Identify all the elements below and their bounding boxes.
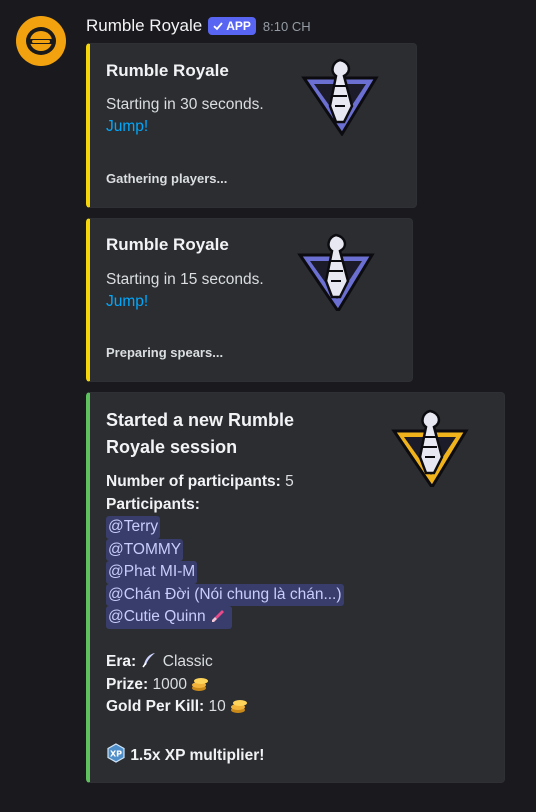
embed-session-started: Started a new Rumble Royale session Numb… xyxy=(86,392,505,783)
embed-countdown-15: Rumble Royale Starting in 15 seconds. Ju… xyxy=(86,218,413,382)
gold-per-kill-value: 10 xyxy=(208,698,226,715)
participant-row: @Cutie Quinn xyxy=(106,606,376,629)
prize-label: Prize: xyxy=(106,675,149,693)
rumble-logo-icon xyxy=(297,233,375,311)
session-title-line2: Royale session xyxy=(106,437,238,457)
embed-description: Starting in 15 seconds. Jump! xyxy=(106,269,264,313)
participants-label: Participants: xyxy=(106,495,200,513)
prize-row: Prize: 1000 xyxy=(106,674,376,697)
rumble-logo-icon xyxy=(301,58,379,136)
rumble-logo-icon xyxy=(26,27,56,55)
era-label: Era: xyxy=(106,653,137,670)
participant-row: @Phat MI-M xyxy=(106,561,376,584)
participants-label-row: Participants: xyxy=(106,494,376,517)
session-fields: Number of participants: 5 Participants: … xyxy=(106,471,376,766)
countdown-text: Starting in 30 seconds. xyxy=(106,96,264,113)
participant-row: @TOMMY xyxy=(106,538,376,561)
era-value: Classic xyxy=(162,653,213,670)
participant-row: @Terry xyxy=(106,516,376,539)
svg-text:XP: XP xyxy=(110,750,122,759)
session-title-line1: Started a new Rumble xyxy=(106,410,295,430)
xp-multiplier-text: 1.5x XP multiplier! xyxy=(130,747,265,764)
participant-count-row: Number of participants: 5 xyxy=(106,471,376,494)
prize-value: 1000 xyxy=(152,675,188,693)
feather-quill-icon xyxy=(142,653,156,668)
user-mention[interactable]: @Terry xyxy=(106,516,161,539)
user-mention[interactable]: @Chán Đời (Nói chung là chán...) xyxy=(106,583,344,606)
user-mention[interactable]: @TOMMY xyxy=(106,538,184,561)
gold-per-kill-row: Gold Per Kill: 10 xyxy=(106,696,376,719)
participant-row: @Chán Đời (Nói chung là chán...) xyxy=(106,583,376,606)
rumble-logo-icon xyxy=(391,409,469,487)
embed-title: Started a new Rumble Royale session xyxy=(106,407,294,460)
embed-footer: Preparing spears... xyxy=(106,345,224,360)
message-header: Rumble Royale APP 8:10 CH xyxy=(86,15,311,37)
paintbrush-icon xyxy=(211,610,224,622)
jump-link[interactable]: Jump! xyxy=(106,291,264,313)
user-mention[interactable]: @Phat MI-M xyxy=(106,561,198,584)
coin-stack-icon xyxy=(231,700,248,713)
user-mention-text: @Cutie Quinn xyxy=(108,608,206,625)
embed-title: Rumble Royale xyxy=(106,235,229,254)
participant-count-value: 5 xyxy=(285,473,294,490)
xp-badge-icon: XP xyxy=(107,743,125,763)
countdown-text: Starting in 15 seconds. xyxy=(106,271,264,288)
bot-username[interactable]: Rumble Royale xyxy=(86,16,202,36)
app-badge: APP xyxy=(208,17,256,35)
verified-check-icon xyxy=(213,22,223,31)
app-badge-label: APP xyxy=(226,19,251,33)
embed-description: Starting in 30 seconds. Jump! xyxy=(106,94,264,138)
embed-countdown-30: Rumble Royale Starting in 30 seconds. Ju… xyxy=(86,43,417,208)
participant-count-label: Number of participants: xyxy=(106,473,281,490)
embed-title: Rumble Royale xyxy=(106,61,229,80)
xp-multiplier-row: XP 1.5x XP multiplier! xyxy=(106,743,376,766)
jump-link[interactable]: Jump! xyxy=(106,116,264,138)
coin-stack-icon xyxy=(192,677,209,691)
embed-footer: Gathering players... xyxy=(106,171,228,186)
bot-avatar[interactable] xyxy=(16,16,66,66)
message-timestamp[interactable]: 8:10 CH xyxy=(263,19,311,34)
gold-per-kill-label: Gold Per Kill: xyxy=(106,698,205,715)
user-mention[interactable]: @Cutie Quinn xyxy=(106,606,233,629)
era-row: Era: Classic xyxy=(106,651,376,674)
